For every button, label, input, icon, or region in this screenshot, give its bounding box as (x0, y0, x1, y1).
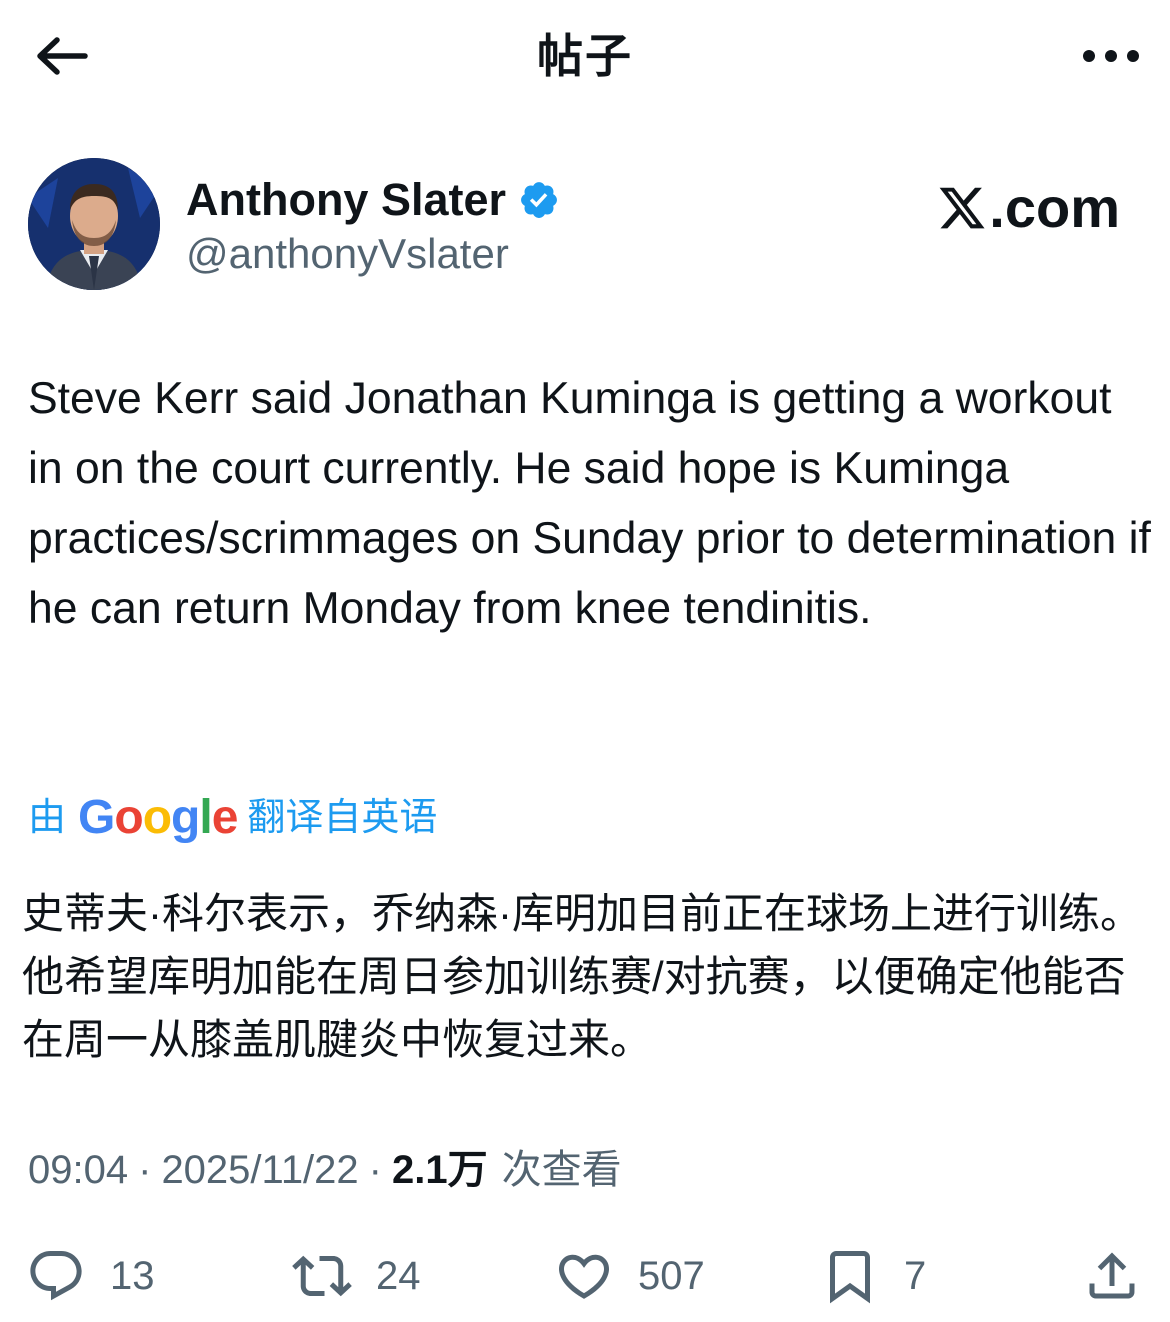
share-icon (1089, 1252, 1135, 1299)
meta-separator: · (368, 1148, 382, 1192)
author-display-name[interactable]: Anthony Slater (186, 172, 506, 228)
like-count: 507 (638, 1254, 705, 1298)
avatar-photo (28, 158, 160, 290)
views-label: 次查看 (501, 1148, 622, 1192)
tweet-text: Steve Kerr said Jonathan Kuminga is gett… (28, 374, 1164, 633)
share-button[interactable] (1082, 1240, 1142, 1312)
more-button[interactable] (1078, 28, 1144, 84)
repost-button[interactable]: 24 (292, 1240, 421, 1312)
repost-icon (292, 1255, 352, 1297)
tweet-time: 09:04 (28, 1148, 129, 1192)
repost-count: 24 (376, 1254, 421, 1298)
bookmark-button[interactable]: 7 (820, 1240, 926, 1312)
top-bar: 帖子 (0, 0, 1170, 112)
like-button[interactable]: 507 (554, 1240, 705, 1312)
tweet-meta: 09:04 · 2025/11/22 · 2.1万 次查看 (28, 1140, 622, 1200)
bookmark-count: 7 (904, 1254, 927, 1298)
google-logo: Google (78, 791, 238, 844)
bookmark-icon (830, 1251, 870, 1304)
author-block: Anthony Slater @anthonyVslater (186, 172, 560, 282)
author-handle[interactable]: @anthonyVslater (186, 226, 560, 282)
avatar[interactable] (28, 158, 160, 290)
tweet-date: 2025/11/22 (161, 1148, 359, 1192)
more-horizontal-icon (1083, 50, 1139, 62)
watermark-text: .com (989, 176, 1120, 239)
verified-badge-icon (521, 182, 557, 218)
translation-attribution[interactable]: 由 Google 翻译自英语 (28, 788, 437, 848)
action-bar: 13 24 507 7 (0, 1240, 1170, 1312)
translation-suffix: 翻译自英语 (247, 797, 438, 839)
x-logo-icon (939, 187, 985, 229)
reply-button[interactable]: 13 (26, 1240, 155, 1312)
views-count: 2.1万 (392, 1148, 488, 1192)
reply-count: 13 (110, 1254, 155, 1298)
translated-text: 史蒂夫·科尔表示，乔纳森·库明加目前正在球场上进行训练。他希望库明加能在周日参加… (22, 890, 1142, 1063)
reply-icon (30, 1251, 82, 1301)
page-title: 帖子 (537, 30, 633, 82)
author-name-row: Anthony Slater (186, 172, 560, 228)
meta-separator: · (138, 1148, 152, 1192)
xcom-watermark: .com (937, 176, 1120, 240)
heart-icon (558, 1254, 610, 1299)
translation-prefix: 由 (28, 797, 67, 839)
